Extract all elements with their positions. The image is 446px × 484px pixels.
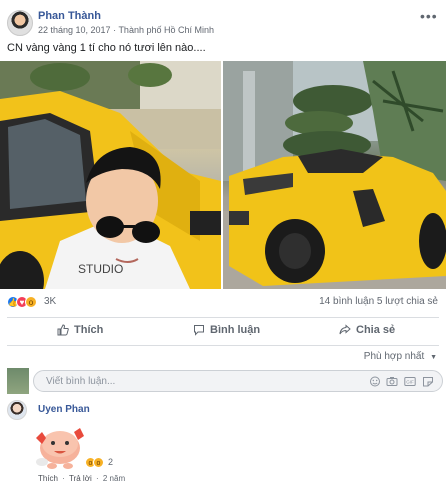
meta-separator: · xyxy=(113,25,117,35)
comment-label: Bình luận xyxy=(210,324,261,336)
comment-reactions[interactable]: o o xyxy=(85,457,121,469)
photo-grid: STUDIO xyxy=(0,61,446,289)
comment-button[interactable]: Bình luận xyxy=(193,324,260,336)
viewer-avatar xyxy=(7,368,29,394)
reaction-count[interactable]: 3K xyxy=(44,296,56,307)
comment-icon xyxy=(194,325,204,336)
chevron-down-icon: ▼ xyxy=(430,354,437,361)
thumbs-up-icon xyxy=(57,324,69,336)
photo-yellow-car[interactable] xyxy=(223,61,446,289)
like-label: Thích xyxy=(74,324,104,336)
gif-icon[interactable]: GIF xyxy=(404,376,416,387)
comment-sort-dropdown[interactable]: Phù hợp nhất ▼ xyxy=(364,351,437,362)
comment-composer: Viết bình luận... GIF xyxy=(7,368,443,394)
photo-selfie-with-car[interactable]: STUDIO xyxy=(0,61,221,289)
commenter-name[interactable]: Uyen Phan xyxy=(38,404,90,415)
separator: · xyxy=(95,474,99,483)
comment-actions: Thích · Trả lời · 2 năm xyxy=(38,474,127,483)
share-label: Chia sẻ xyxy=(356,324,396,336)
reactions-bar: 👍 ♥ o 3K 14 bình luận 5 lượt chia sẻ xyxy=(0,290,446,314)
author-name[interactable]: Phan Thành xyxy=(38,10,101,22)
camera-icon[interactable] xyxy=(386,376,398,387)
selfie-photo-graphic: STUDIO xyxy=(0,61,221,289)
car-photo-graphic xyxy=(223,61,446,289)
post-header: Phan Thành 22 tháng 10, 2017 · Thành phố… xyxy=(0,0,446,40)
reaction-icons[interactable]: 👍 ♥ o xyxy=(7,296,47,308)
divider xyxy=(7,317,439,318)
comment-item: Uyen Phan o o 2 Thích · Trả lời · 2 năm xyxy=(7,400,439,484)
post-meta: 22 tháng 10, 2017 · Thành phố Hồ Chí Min… xyxy=(38,25,214,35)
post-text: CN vàng vàng 1 tí cho nó tươi lên nào...… xyxy=(7,42,206,54)
post-location[interactable]: Thành phố Hồ Chí Minh xyxy=(118,25,214,35)
svg-text:GIF: GIF xyxy=(406,380,414,385)
comment-reaction-count: 2 xyxy=(108,457,114,467)
separator: · xyxy=(62,474,65,483)
comment-input[interactable]: Viết bình luận... GIF xyxy=(33,370,443,392)
sticker-icon[interactable] xyxy=(422,376,434,387)
divider xyxy=(7,345,439,346)
more-options-icon[interactable]: ••• xyxy=(420,8,438,24)
post-date[interactable]: 22 tháng 10, 2017 xyxy=(38,25,111,35)
comment-reply-link[interactable]: Trả lời xyxy=(69,474,92,483)
author-avatar[interactable] xyxy=(7,10,33,36)
wow-icon: o xyxy=(25,296,37,308)
share-icon xyxy=(339,324,351,335)
comment-placeholder: Viết bình luận... xyxy=(46,376,116,387)
emoji-icon[interactable] xyxy=(369,376,381,387)
sort-label: Phù hợp nhất xyxy=(363,351,425,362)
comment-time[interactable]: 2 năm xyxy=(103,474,125,483)
post-actions: Thích Bình luận Chia sẻ xyxy=(0,320,446,344)
share-button[interactable]: Chia sẻ xyxy=(339,324,395,336)
like-button[interactable]: Thích xyxy=(57,324,103,336)
commenter-avatar[interactable] xyxy=(7,400,27,420)
comments-shares-count[interactable]: 14 bình luận 5 lượt chia sẻ xyxy=(319,296,438,307)
sticker-image[interactable] xyxy=(30,418,88,474)
svg-text:STUDIO: STUDIO xyxy=(78,262,123,276)
wow-icon: o xyxy=(93,457,104,468)
comment-like-link[interactable]: Thích xyxy=(38,474,58,483)
